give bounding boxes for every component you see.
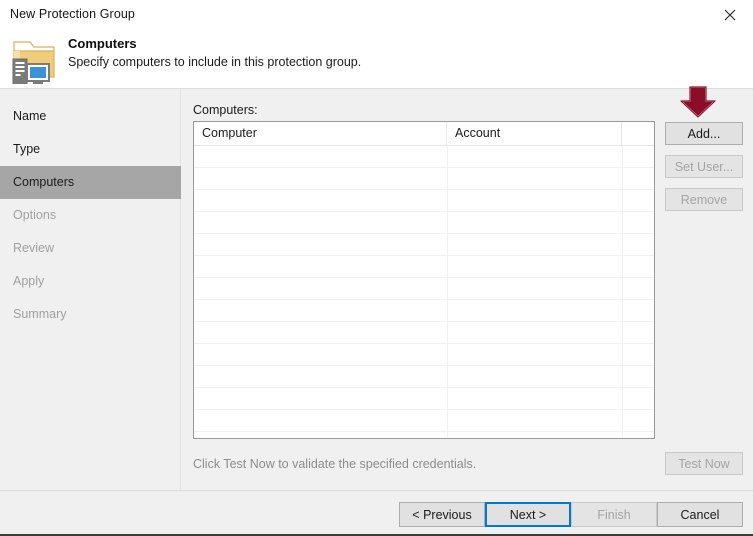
table-row[interactable] — [194, 190, 654, 212]
sidebar-item-label: Review — [13, 241, 54, 255]
table-row[interactable] — [194, 322, 654, 344]
column-header-account[interactable]: Account — [447, 122, 622, 145]
sidebar-item-label: Options — [13, 208, 57, 222]
page-title: Computers — [68, 36, 137, 51]
list-rows — [194, 146, 654, 438]
previous-button[interactable]: < Previous — [399, 502, 485, 527]
table-row[interactable] — [194, 146, 654, 168]
set-user-button[interactable]: Set User... — [665, 155, 743, 178]
credentials-hint: Click Test Now to validate the specified… — [193, 457, 477, 471]
sidebar-item-apply[interactable]: Apply — [0, 265, 180, 298]
table-row[interactable] — [194, 234, 654, 256]
sidebar-item-label: Name — [13, 109, 47, 123]
table-row[interactable] — [194, 256, 654, 278]
sidebar-item-label: Summary — [13, 307, 67, 321]
page-subtitle: Specify computers to include in this pro… — [68, 55, 362, 69]
content-pane: Computers: Computer Account Add... Set U… — [181, 89, 753, 490]
wizard-header: Computers Specify computers to include i… — [0, 30, 753, 89]
window-title: New Protection Group — [10, 7, 135, 21]
finish-button[interactable]: Finish — [571, 502, 657, 527]
column-header-computer[interactable]: Computer — [194, 122, 447, 145]
table-row[interactable] — [194, 168, 654, 190]
cancel-button[interactable]: Cancel — [657, 502, 743, 527]
next-button[interactable]: Next > — [485, 502, 571, 527]
close-icon — [724, 9, 736, 21]
table-row[interactable] — [194, 278, 654, 300]
sidebar-item-label: Computers — [13, 175, 75, 189]
sidebar-item-review[interactable]: Review — [0, 232, 180, 265]
sidebar-item-summary[interactable]: Summary — [0, 298, 180, 331]
test-now-button[interactable]: Test Now — [665, 452, 743, 475]
dialog-body: Name Type Computers Options Review Apply… — [0, 89, 753, 490]
table-row[interactable] — [194, 410, 654, 432]
sidebar-item-name[interactable]: Name — [0, 100, 180, 133]
sidebar-item-options[interactable]: Options — [0, 199, 180, 232]
sidebar-item-type[interactable]: Type — [0, 133, 180, 166]
remove-button[interactable]: Remove — [665, 188, 743, 211]
table-row[interactable] — [194, 432, 654, 438]
sidebar-item-computers[interactable]: Computers — [0, 166, 191, 199]
dialog-footer: < Previous Next > Finish Cancel — [0, 490, 753, 536]
sidebar-item-label: Apply — [13, 274, 45, 288]
computers-list[interactable]: Computer Account — [193, 121, 655, 439]
close-button[interactable] — [707, 0, 753, 30]
computers-list-label: Computers: — [193, 103, 258, 117]
add-button[interactable]: Add... — [665, 122, 743, 145]
wizard-steps-sidebar: Name Type Computers Options Review Apply… — [0, 89, 191, 490]
sidebar-item-label: Type — [13, 142, 41, 156]
table-row[interactable] — [194, 388, 654, 410]
table-row[interactable] — [194, 366, 654, 388]
list-header-row: Computer Account — [194, 122, 654, 146]
table-row[interactable] — [194, 212, 654, 234]
table-row[interactable] — [194, 300, 654, 322]
title-bar: New Protection Group — [0, 0, 753, 31]
table-row[interactable] — [194, 344, 654, 366]
column-header-extra[interactable] — [622, 122, 654, 145]
computers-folder-icon — [8, 32, 60, 86]
